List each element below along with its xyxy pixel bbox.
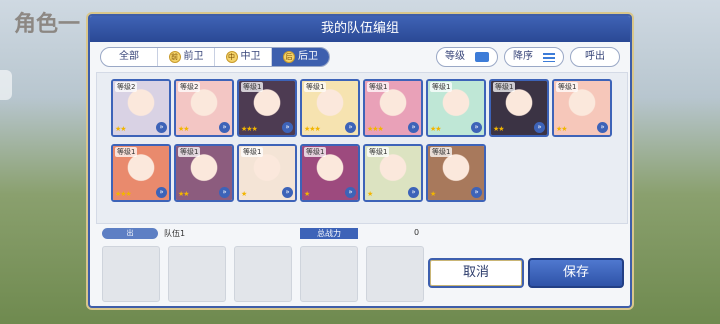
front-position-icon: 前	[168, 51, 181, 63]
power-label: 总战力	[300, 228, 358, 239]
character-level: 等级1	[304, 82, 327, 92]
team-edit-dialog: 我的队伍编组 全部 前前卫 中中卫 后后卫 等级 降序 呼出 等级2 ★★» 等级2…	[88, 14, 632, 308]
team-tag: 出	[102, 228, 158, 239]
star-rating: ★	[304, 190, 310, 198]
summon-button[interactable]: 呼出	[570, 47, 620, 67]
details-arrow-icon[interactable]: »	[471, 122, 482, 133]
character-card[interactable]: 等级1 ★★★ »	[237, 79, 297, 137]
team-slot[interactable]	[366, 246, 424, 302]
details-arrow-icon[interactable]: »	[156, 187, 167, 198]
summon-label: 呼出	[585, 51, 605, 62]
order-label: 降序	[513, 51, 533, 62]
tab-label: 后卫	[298, 51, 318, 62]
team-slot[interactable]	[168, 246, 226, 302]
star-rating: ★★	[178, 190, 190, 198]
tab-label: 前卫	[183, 51, 204, 62]
details-arrow-icon[interactable]: »	[156, 122, 167, 133]
position-tabs: 全部 前前卫 中中卫 后后卫	[100, 47, 330, 67]
star-rating: ★★	[493, 125, 505, 133]
sort-type-icon	[475, 52, 489, 62]
tab-back[interactable]: 后后卫	[272, 48, 329, 66]
character-level: 等级2	[115, 82, 138, 92]
character-card[interactable]: 等级1 ★★ »	[552, 79, 612, 137]
left-arrow-icon[interactable]	[0, 70, 12, 100]
star-rating: ★★	[178, 125, 190, 133]
character-level: 等级1	[241, 82, 264, 92]
details-arrow-icon[interactable]: »	[219, 187, 230, 198]
background-title: 角色一	[14, 12, 81, 37]
character-card[interactable]: 等级2 ★★ »	[111, 79, 171, 137]
character-card[interactable]: 等级1 ★ »	[426, 144, 486, 202]
character-level: 等级2	[178, 82, 201, 92]
star-rating: ★★★	[241, 125, 258, 133]
details-arrow-icon[interactable]: »	[345, 122, 356, 133]
middle-position-icon: 中	[225, 51, 238, 63]
star-rating: ★	[430, 190, 436, 198]
character-level: 等级1	[178, 147, 201, 157]
character-level: 等级1	[115, 147, 138, 157]
details-arrow-icon[interactable]: »	[534, 122, 545, 133]
power-value: 0	[414, 228, 420, 237]
character-level: 等级1	[241, 147, 264, 157]
details-arrow-icon[interactable]: »	[219, 122, 230, 133]
character-card[interactable]: 等级1 ★ »	[237, 144, 297, 202]
character-card[interactable]: 等级1 ★★★ »	[300, 79, 360, 137]
details-arrow-icon[interactable]: »	[597, 122, 608, 133]
save-button[interactable]: 保存	[528, 258, 624, 288]
details-arrow-icon[interactable]: »	[408, 122, 419, 133]
details-arrow-icon[interactable]: »	[408, 187, 419, 198]
character-level: 等级1	[367, 147, 390, 157]
details-arrow-icon[interactable]: »	[471, 187, 482, 198]
tab-label: 全部	[119, 51, 139, 62]
character-card[interactable]: 等级2 ★★ »	[174, 79, 234, 137]
star-rating: ★	[241, 190, 247, 198]
star-rating: ★★★	[367, 125, 384, 133]
character-level: 等级1	[367, 82, 390, 92]
character-level: 等级1	[430, 147, 453, 157]
star-rating: ★	[367, 190, 373, 198]
team-slot[interactable]	[234, 246, 292, 302]
descending-icon	[543, 52, 555, 62]
star-rating: ★★	[556, 125, 568, 133]
details-arrow-icon[interactable]: »	[345, 187, 356, 198]
team-info-bar: 出 队伍1 总战力 0	[102, 228, 422, 240]
details-arrow-icon[interactable]: »	[282, 187, 293, 198]
character-level: 等级1	[493, 82, 516, 92]
star-rating: ★★	[115, 125, 127, 133]
character-card[interactable]: 等级1 ★ »	[300, 144, 360, 202]
order-button[interactable]: 降序	[504, 47, 564, 67]
team-name: 队伍1	[164, 229, 186, 238]
character-card[interactable]: 等级1 ★★ »	[426, 79, 486, 137]
sort-level-label: 等级	[445, 51, 465, 62]
character-card[interactable]: 等级1 ★ »	[363, 144, 423, 202]
details-arrow-icon[interactable]: »	[282, 122, 293, 133]
tab-label: 中卫	[240, 51, 261, 62]
character-card[interactable]: 等级1 ★★ »	[489, 79, 549, 137]
back-position-icon: 后	[283, 51, 295, 63]
character-grid: 等级2 ★★» 等级2 ★★» 等级1 ★★★» 等级1 ★★★» 等级1 ★★★» 等级1 ★★» 等…	[96, 72, 628, 224]
character-card[interactable]: 等级1 ★★ »	[174, 144, 234, 202]
character-level: 等级1	[430, 82, 453, 92]
tab-all[interactable]: 全部	[101, 48, 158, 66]
star-rating: ★★★	[304, 125, 321, 133]
character-level: 等级1	[556, 82, 579, 92]
team-slot[interactable]	[102, 246, 160, 302]
tab-middle[interactable]: 中中卫	[215, 48, 272, 66]
character-card[interactable]: 等级1 ★★★ »	[111, 144, 171, 202]
filter-bar: 等级 降序 呼出	[436, 47, 620, 67]
dialog-title: 我的队伍编组	[90, 16, 630, 42]
character-level: 等级1	[304, 147, 327, 157]
star-rating: ★★	[430, 125, 442, 133]
team-slot[interactable]	[300, 246, 358, 302]
cancel-button[interactable]: 取消	[428, 258, 524, 288]
sort-level-button[interactable]: 等级	[436, 47, 498, 67]
star-rating: ★★★	[115, 190, 132, 198]
character-card[interactable]: 等级1 ★★★ »	[363, 79, 423, 137]
tab-front[interactable]: 前前卫	[158, 48, 215, 66]
